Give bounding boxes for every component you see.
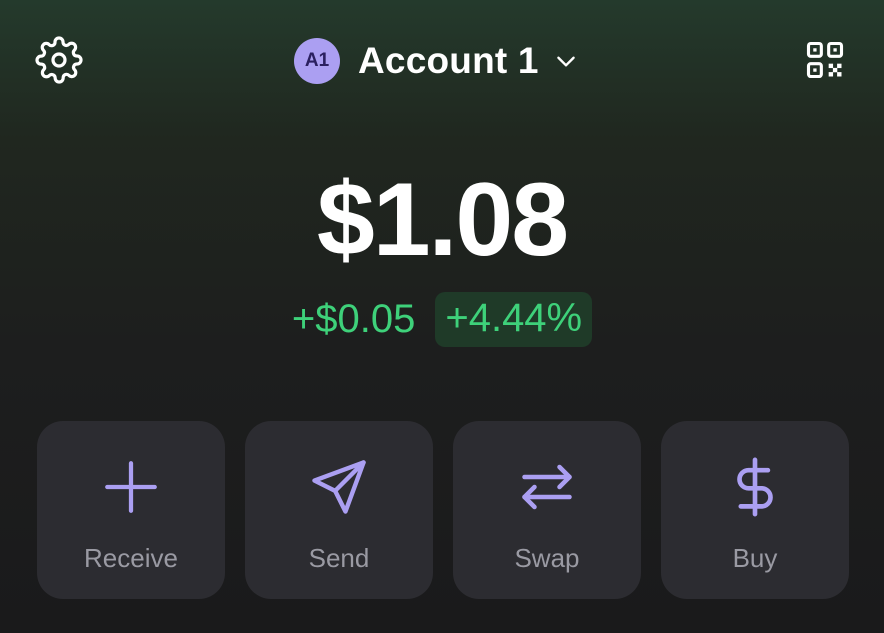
qr-code-icon [806, 41, 844, 79]
qr-code-button[interactable] [797, 32, 853, 88]
swap-arrows-icon [515, 455, 579, 519]
quick-actions: Receive Send Swap Buy [37, 421, 849, 599]
gear-icon [35, 36, 83, 84]
account-switcher[interactable]: A1 Account 1 [294, 34, 579, 88]
account-name: Account 1 [358, 40, 539, 81]
account-avatar: A1 [294, 38, 340, 84]
receive-button[interactable]: Receive [37, 421, 225, 599]
chevron-down-icon [553, 48, 579, 74]
send-label: Send [308, 543, 370, 573]
change-percent-badge: +4.44% [435, 292, 593, 347]
dollar-icon [723, 455, 787, 519]
receive-label: Receive [84, 543, 178, 573]
buy-button[interactable]: Buy [661, 421, 849, 599]
send-button[interactable]: Send [245, 421, 433, 599]
wallet-header: A1 Account 1 [0, 0, 884, 120]
balance-change-row: +$0.05 +4.44% [0, 292, 884, 347]
send-icon [307, 455, 371, 519]
plus-icon [99, 455, 163, 519]
swap-button[interactable]: Swap [453, 421, 641, 599]
buy-label: Buy [732, 543, 778, 573]
swap-label: Swap [514, 543, 580, 573]
change-value: +$0.05 [291, 297, 416, 341]
settings-button[interactable] [31, 32, 87, 88]
total-balance: $1.08 [316, 162, 569, 278]
